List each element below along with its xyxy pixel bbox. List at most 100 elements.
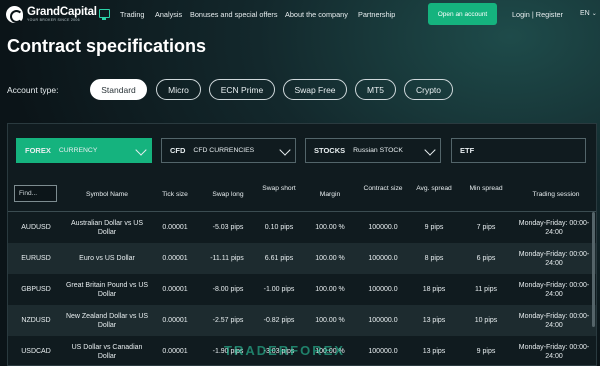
cell-contract-size: 100000.0 [368,255,398,262]
cell-symbol: NZDUSD [21,317,51,324]
column-header-swap-long: Swap long [212,191,244,198]
account-type-label: Account type: [7,85,59,95]
account-type-crypto[interactable]: Crypto [404,79,453,100]
page-title: Contract specifications [7,36,207,56]
open-account-button[interactable]: Open an account [428,3,497,25]
forex-filter-dropdown[interactable]: FOREX CURRENCY [16,138,152,163]
cell-avg-spread: 18 pips [422,286,446,293]
cell-contract-size: 100000.0 [368,348,398,355]
cell-swap-long: -8.00 pips [212,286,244,293]
account-type-standard[interactable]: Standard [90,79,147,100]
cell-symbol: USDCAD [21,348,51,355]
nav-analysis[interactable]: Analysis [155,10,182,19]
chevron-down-icon [135,144,147,156]
forex-label: FOREX [25,146,51,155]
etf-label: ETF [460,146,475,155]
cell-min-spread: 10 pips [474,317,498,324]
find-input[interactable]: Find... [14,185,57,202]
cfd-sub-label: CFD CURRENCIES [193,147,255,154]
cell-swap-short: -0.82 pips [263,317,295,324]
cfd-filter-dropdown[interactable]: CFD CFD CURRENCIES [161,138,296,163]
table-row[interactable]: NZDUSD New Zealand Dollar vs US Dollar 0… [8,305,596,336]
chevron-down-icon [279,144,291,156]
cfd-label: CFD [170,146,186,155]
column-header-avg-spread: Avg. spread [416,185,452,192]
cell-min-spread: 7 pips [476,224,496,231]
cell-margin: 100.00 % [315,286,345,293]
cell-tick-size: 0.00001 [162,286,188,293]
cell-tick-size: 0.00001 [162,317,188,324]
cell-symbol-name: Great Britain Pound vs US Dollar [65,281,149,298]
stocks-label: STOCKS [314,146,346,155]
cell-symbol: EURUSD [21,255,51,262]
cell-swap-long: -2.57 pips [212,317,244,324]
cell-avg-spread: 13 pips [422,317,446,324]
cell-min-spread: 11 pips [474,286,498,293]
table-scrollbar[interactable] [592,212,595,327]
cell-tick-size: 0.00001 [162,348,188,355]
cell-min-spread: 9 pips [476,348,496,355]
chevron-down-icon: ⌄ [591,11,597,17]
cell-margin: 100.00 % [315,317,345,324]
cell-trading-session: Monday-Friday: 00:00-24:00 [518,219,590,236]
cell-symbol: GBPUSD [21,286,51,293]
etf-filter-dropdown[interactable]: ETF [451,138,586,163]
watermark: TRADERFOREX [224,343,345,358]
cell-symbol-name: Euro vs US Dollar [79,255,135,262]
cell-symbol: AUDUSD [21,224,51,231]
stocks-sub-label: Russian STOCK [353,147,403,154]
logo-name: GrandCapital [27,6,97,18]
cell-contract-size: 100000.0 [368,286,398,293]
nav-about[interactable]: About the company [285,10,348,19]
column-header-swap-short: Swap short [262,185,296,192]
cell-contract-size: 100000.0 [368,317,398,324]
account-type-micro[interactable]: Micro [156,79,201,100]
cell-trading-session: Monday-Friday: 00:00-24:00 [518,281,590,298]
nav-bonuses[interactable]: Bonuses and special offers [190,10,277,19]
nav-trading[interactable]: Trading [120,10,144,19]
language-selector[interactable]: EN ⌄ [580,10,597,17]
cell-symbol-name: US Dollar vs Canadian Dollar [71,343,143,360]
column-header-trading-session: Trading session [532,191,580,198]
stocks-filter-dropdown[interactable]: STOCKS Russian STOCK [305,138,441,163]
language-label: EN [580,10,590,17]
cell-trading-session: Monday-Friday: 00:00-24:00 [518,343,590,360]
cell-tick-size: 0.00001 [162,224,188,231]
column-header-tick-size: Tick size [162,191,188,198]
cell-tick-size: 0.00001 [162,255,188,262]
logo-mark-icon [6,6,23,23]
logo[interactable]: GrandCapital YOUR BROKER SINCE 2006 [6,6,97,23]
cell-avg-spread: 8 pips [424,255,444,262]
account-type-swap-free[interactable]: Swap Free [283,79,347,100]
logo-tagline: YOUR BROKER SINCE 2006 [27,18,80,22]
account-type-ecn-prime[interactable]: ECN Prime [209,79,275,100]
nav-partnership[interactable]: Partnership [358,10,395,19]
cell-swap-short: 6.61 pips [264,255,294,262]
forex-sub-label: CURRENCY [58,147,98,154]
cell-swap-short: 0.10 pips [264,224,294,231]
monitor-icon[interactable] [99,9,110,20]
column-header-symbol-name: Symbol Name [86,191,128,198]
cell-margin: 100.00 % [315,224,345,231]
cell-avg-spread: 9 pips [424,224,444,231]
cell-contract-size: 100000.0 [368,224,398,231]
account-type-mt5[interactable]: MT5 [355,79,396,100]
table-row[interactable]: AUDUSD Australian Dollar vs US Dollar 0.… [8,212,596,243]
table-row[interactable]: EURUSD Euro vs US Dollar 0.00001 -11.11 … [8,243,596,274]
cell-swap-long: -11.11 pips [210,255,244,262]
cell-symbol-name: Australian Dollar vs US Dollar [71,219,143,236]
column-header-min-spread: Min spread [469,185,503,192]
cell-symbol-name: New Zealand Dollar vs US Dollar [65,312,149,329]
table-row[interactable]: GBPUSD Great Britain Pound vs US Dollar … [8,274,596,305]
login-register-link[interactable]: Login | Register [512,10,563,19]
cell-margin: 100.00 % [315,255,345,262]
chevron-down-icon [424,144,436,156]
column-header-margin: Margin [319,191,341,198]
cell-swap-short: -1.00 pips [263,286,295,293]
cell-avg-spread: 13 pips [422,348,446,355]
cell-min-spread: 6 pips [476,255,496,262]
column-header-contract-size: Contract size [363,185,403,192]
cell-trading-session: Monday-Friday: 00:00-24:00 [518,312,590,329]
cell-trading-session: Monday-Friday: 00:00-24:00 [518,250,590,267]
cell-swap-long: -5.03 pips [212,224,244,231]
